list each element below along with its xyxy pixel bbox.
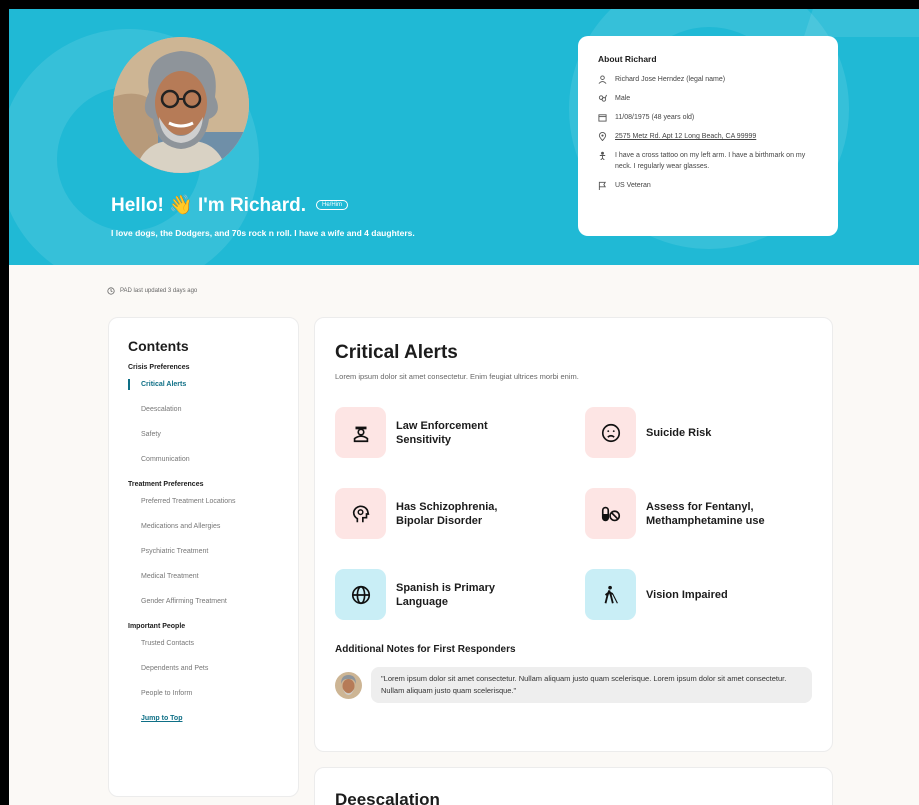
alert-item: Vision Impaired — [585, 569, 815, 620]
last-updated-text: PAD last updated 3 days ago — [120, 288, 198, 294]
critical-alerts-card: Critical Alerts Lorem ipsum dolor sit am… — [314, 317, 833, 752]
alert-icon-box — [335, 488, 386, 539]
alert-item: Suicide Risk — [585, 407, 815, 458]
greeting-title: Hello! 👋 I'm Richard. — [111, 195, 306, 216]
contents-title: Contents — [128, 338, 189, 354]
toc-item-critical-alerts[interactable]: Critical Alerts — [128, 379, 298, 390]
flag-icon — [598, 181, 606, 190]
about-gender: Male — [615, 95, 631, 102]
about-dob: 11/08/1975 (48 years old) — [615, 114, 695, 121]
person-description-icon — [599, 151, 606, 160]
calendar-icon — [598, 114, 607, 122]
about-dob-row: 11/08/1975 (48 years old) — [598, 112, 818, 123]
toc-item-treatment-locations[interactable]: Preferred Treatment Locations — [141, 498, 298, 505]
critical-alerts-description: Lorem ipsum dolor sit amet consectetur. … — [335, 372, 579, 381]
alerts-grid: Law Enforcement Sensitivity Suicide Risk… — [335, 407, 812, 620]
about-title: About Richard — [598, 54, 657, 64]
alert-label: Assess for Fentanyl, Methamphetamine use — [646, 500, 765, 527]
about-veteran: US Veteran — [615, 182, 651, 189]
alert-icon-box — [335, 569, 386, 620]
toc-section-treatment[interactable]: Treatment Preferences — [128, 481, 298, 488]
toc-item-deescalation[interactable]: Deescalation — [141, 406, 298, 413]
about-description: I have a cross tattoo on my left arm. I … — [615, 152, 806, 170]
no-pills-icon — [601, 506, 620, 521]
about-address-row: 2575 Metz Rd. Apt 12 Long Beach, CA 9999… — [598, 131, 818, 142]
police-officer-icon — [353, 426, 368, 442]
toc-item-gender-affirming[interactable]: Gender Affirming Treatment — [141, 598, 298, 605]
alert-label: Suicide Risk — [646, 426, 712, 439]
location-pin-icon — [598, 132, 607, 141]
about-name: Richard Jose Herndez (legal name) — [615, 76, 726, 83]
greeting-row: Hello! 👋 I'm Richard. He/Him — [111, 193, 348, 217]
toc-item-psychiatric[interactable]: Psychiatric Treatment — [141, 548, 298, 555]
toc-item-safety[interactable]: Safety — [141, 431, 298, 438]
pronoun-badge: He/Him — [315, 200, 348, 210]
gender-icon — [598, 94, 607, 102]
deescalation-title: Deescalation — [335, 790, 440, 805]
alert-icon-box — [585, 569, 636, 620]
toc-section-crisis[interactable]: Crisis Preferences — [128, 364, 298, 371]
note-row: "Lorem ipsum dolor sit amet consectetur.… — [335, 667, 812, 703]
note-avatar — [335, 671, 362, 699]
head-brain-icon — [352, 504, 369, 522]
profile-photo — [113, 37, 249, 173]
jump-to-top-link[interactable]: Jump to Top — [141, 715, 298, 722]
toc-item-people-to-inform[interactable]: People to Inform — [141, 690, 298, 697]
about-gender-row: Male — [598, 93, 818, 104]
sad-face-icon — [601, 423, 620, 442]
alert-icon-box — [585, 407, 636, 458]
deescalation-card: Deescalation — [314, 767, 833, 805]
about-name-row: Richard Jose Herndez (legal name) — [598, 74, 818, 85]
alert-item: Assess for Fentanyl, Methamphetamine use — [585, 488, 815, 539]
toc-section-people[interactable]: Important People — [128, 623, 298, 630]
alert-label: Vision Impaired — [646, 588, 728, 601]
about-veteran-row: US Veteran — [598, 180, 818, 191]
toc-item-medications[interactable]: Medications and Allergies — [141, 523, 298, 530]
alert-label: Spanish is Primary Language — [396, 581, 496, 608]
alert-icon-box — [335, 407, 386, 458]
contents-nav: Contents Crisis Preferences Critical Ale… — [108, 317, 299, 797]
hero-banner: Hello! 👋 I'm Richard. He/Him I love dogs… — [9, 9, 919, 265]
globe-icon — [351, 585, 370, 604]
toc-item-trusted-contacts[interactable]: Trusted Contacts — [141, 640, 298, 647]
person-icon — [598, 75, 607, 84]
alert-item: Spanish is Primary Language — [335, 569, 585, 620]
about-address[interactable]: 2575 Metz Rd. Apt 12 Long Beach, CA 9999… — [615, 131, 756, 142]
clock-icon — [107, 287, 115, 295]
critical-alerts-title: Critical Alerts — [335, 342, 458, 363]
alert-item: Has Schizophrenia, Bipolar Disorder — [335, 488, 585, 539]
toc-item-medical[interactable]: Medical Treatment — [141, 573, 298, 580]
alert-icon-box — [585, 488, 636, 539]
toc-item-dependents[interactable]: Dependents and Pets — [141, 665, 298, 672]
about-description-row: I have a cross tattoo on my left arm. I … — [598, 150, 818, 172]
alert-item: Law Enforcement Sensitivity — [335, 407, 585, 458]
notes-title: Additional Notes for First Responders — [335, 644, 516, 655]
bio-text: I love dogs, the Dodgers, and 70s rock n… — [111, 228, 415, 238]
note-bubble: "Lorem ipsum dolor sit amet consectetur.… — [371, 667, 812, 703]
alert-label: Law Enforcement Sensitivity — [396, 419, 488, 446]
page: Hello! 👋 I'm Richard. He/Him I love dogs… — [9, 9, 919, 805]
blind-person-icon — [604, 585, 618, 603]
last-updated: PAD last updated 3 days ago — [107, 287, 197, 295]
about-card: About Richard Richard Jose Herndez (lega… — [578, 36, 838, 236]
alert-label: Has Schizophrenia, Bipolar Disorder — [396, 500, 498, 527]
toc-item-communication[interactable]: Communication — [141, 456, 298, 463]
